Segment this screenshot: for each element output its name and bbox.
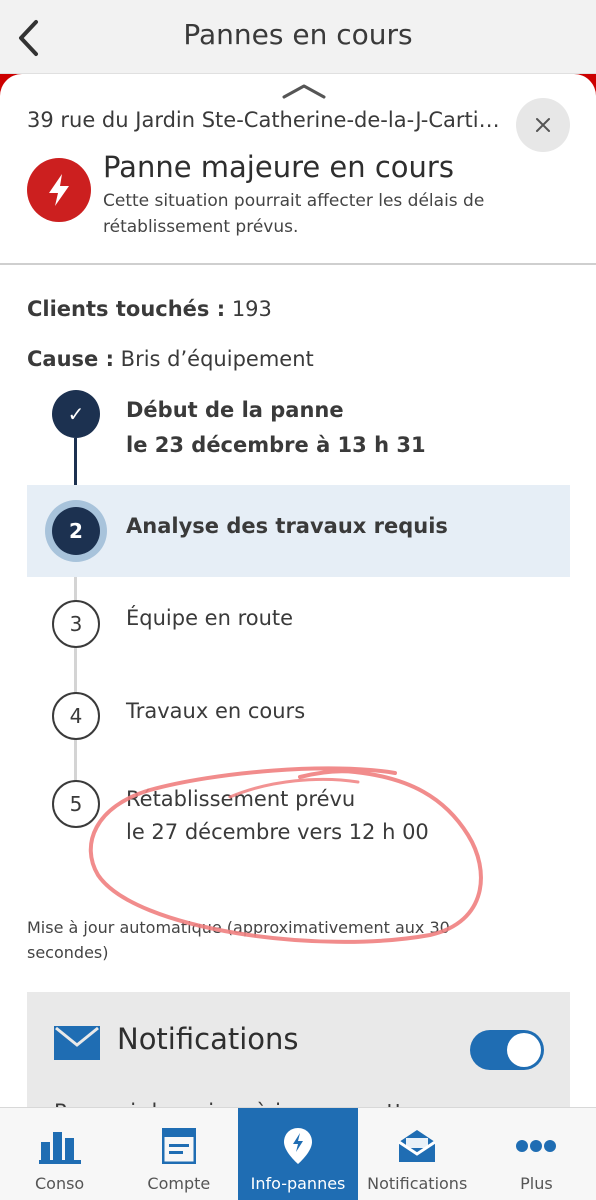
step-2-label: Analyse des travaux requis — [126, 514, 448, 538]
bottom-navigation: Conso Compte Info-pannes Notifications P… — [0, 1107, 596, 1200]
step-1-label: Début de la panne — [126, 398, 344, 422]
outage-pin-icon — [284, 1128, 312, 1164]
nav-label-notifications: Notifications — [367, 1174, 468, 1193]
step-4-label: Travaux en cours — [126, 699, 306, 723]
notifications-toggle[interactable] — [470, 1030, 544, 1070]
step-2-marker: 2 — [52, 507, 100, 555]
nav-info-pannes[interactable]: Info-pannes — [238, 1108, 358, 1200]
step-4-marker: 4 — [52, 692, 100, 740]
outage-address: 39 rue du Jardin Ste-Catherine-de-la-J-C… — [27, 108, 500, 132]
cause-value: Bris d’équipement — [120, 347, 314, 371]
outage-cause: Cause : Bris d’équipement — [27, 347, 314, 371]
close-button[interactable] — [516, 98, 570, 152]
toggle-knob — [507, 1033, 541, 1067]
notifications-card: Notifications Recevoir les mises à jour … — [27, 992, 570, 1114]
clients-label: Clients touchés : — [27, 297, 226, 321]
nav-label-compte: Compte — [147, 1174, 211, 1193]
nav-notifications[interactable]: Notifications — [358, 1108, 477, 1200]
envelope-open-icon — [398, 1130, 437, 1162]
timeline-line-pending — [74, 554, 77, 804]
nav-compte[interactable]: Compte — [119, 1108, 238, 1200]
nav-label-conso: Conso — [34, 1174, 85, 1193]
divider — [0, 263, 596, 265]
alert-description: Cette situation pourrait affecter les dé… — [103, 191, 485, 237]
step-5-label: Rétablissement prévu — [126, 787, 356, 811]
step-1-date: le 23 décembre à 13 h 31 — [126, 433, 426, 457]
step-3-label: Équipe en route — [126, 606, 294, 630]
notifications-title: Notifications — [117, 1022, 299, 1056]
step-5-marker: 5 — [52, 780, 100, 828]
lightning-icon — [49, 174, 69, 206]
outage-detail-sheet: 39 rue du Jardin Ste-Catherine-de-la-J-C… — [0, 74, 596, 1114]
top-bar: Pannes en cours — [0, 0, 596, 74]
nav-label-plus: Plus — [520, 1174, 553, 1193]
envelope-icon — [54, 1026, 100, 1060]
more-icon — [516, 1140, 557, 1152]
nav-label-info-pannes: Info-pannes — [250, 1174, 346, 1193]
auto-update-note: Mise à jour automatique (approximativeme… — [27, 918, 450, 962]
nav-conso[interactable]: Conso — [0, 1108, 119, 1200]
step-3-marker: 3 — [52, 600, 100, 648]
alert-badge — [27, 158, 91, 222]
chevron-up-icon[interactable] — [282, 82, 326, 100]
bar-chart-icon — [38, 1132, 81, 1164]
clients-value: 193 — [231, 297, 272, 321]
alert-title: Panne majeure en cours — [103, 150, 454, 184]
step-5-date: le 27 décembre vers 12 h 00 — [126, 820, 429, 844]
clients-affected: Clients touchés : 193 — [27, 297, 272, 321]
page-title: Pannes en cours — [183, 18, 413, 51]
cause-label: Cause : — [27, 347, 114, 371]
bill-icon — [161, 1128, 196, 1164]
step-1-marker: ✓ — [52, 390, 100, 438]
nav-plus[interactable]: Plus — [477, 1108, 596, 1200]
close-icon — [536, 118, 550, 132]
